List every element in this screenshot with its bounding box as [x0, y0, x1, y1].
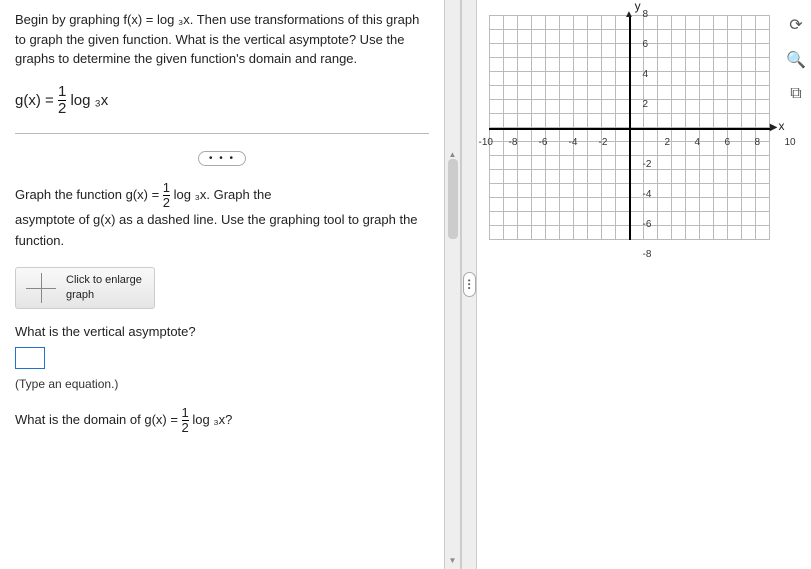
tick-label: -6 [539, 137, 548, 148]
tick-label: 4 [695, 137, 701, 148]
coordinate-grid[interactable]: y x ▲ ▶ -10-8-6-4-22468102468-2-4-6-8 [489, 15, 770, 240]
tick-label: -8 [643, 249, 652, 260]
x-arrow-icon: ▶ [770, 121, 778, 132]
popout-icon[interactable]: ⧉ [790, 85, 801, 103]
tick-label: 8 [643, 9, 649, 20]
panel-separator[interactable]: ••• [461, 0, 477, 569]
y-arrow-icon: ▲ [624, 9, 634, 20]
given-function: g(x) = 1 2 log ₃x [15, 84, 429, 118]
tick-label: -2 [599, 137, 608, 148]
separator-handle-icon: ••• [463, 272, 476, 297]
asymptote-input[interactable] [15, 347, 45, 369]
tick-label: 4 [643, 69, 649, 80]
tick-label: 6 [643, 39, 649, 50]
tick-label: -8 [509, 137, 518, 148]
asymptote-question: What is the vertical asymptote? [15, 324, 429, 339]
divider [15, 133, 429, 134]
tick-label: 6 [725, 137, 731, 148]
y-axis-label: y [635, 0, 641, 13]
graph-panel: y x ▲ ▶ -10-8-6-4-22468102468-2-4-6-8 [477, 0, 781, 569]
more-button[interactable]: • • • [198, 151, 246, 166]
zoom-icon[interactable]: 🔍 [786, 50, 806, 70]
tick-label: 8 [755, 137, 761, 148]
enlarge-graph-button[interactable]: Click to enlarge graph [15, 267, 155, 309]
tick-label: 2 [665, 137, 671, 148]
tick-label: 10 [785, 137, 796, 148]
tick-label: -6 [643, 219, 652, 230]
problem-intro: Begin by graphing f(x) = log ₃x. Then us… [15, 10, 429, 69]
tick-label: -4 [569, 137, 578, 148]
left-scrollbar[interactable]: ▲ ▼ [445, 0, 461, 569]
tick-label: -4 [643, 189, 652, 200]
domain-question: What is the domain of g(x) = 1 2 log ₃x? [15, 406, 429, 436]
tick-label: -10 [479, 137, 493, 148]
mini-axis-icon [26, 273, 56, 303]
x-axis-label: x [779, 119, 785, 133]
tools-panel: ⟳ 🔍 ⧉ [781, 0, 811, 569]
asymptote-hint: (Type an equation.) [15, 377, 429, 391]
y-axis [629, 15, 631, 240]
reset-icon[interactable]: ⟳ [789, 15, 802, 35]
problem-panel: Begin by graphing f(x) = log ₃x. Then us… [0, 0, 445, 569]
tick-label: 2 [643, 99, 649, 110]
part-a-instruction: Graph the function g(x) = 1 2 log ₃x. Gr… [15, 181, 429, 252]
tick-label: -2 [643, 159, 652, 170]
